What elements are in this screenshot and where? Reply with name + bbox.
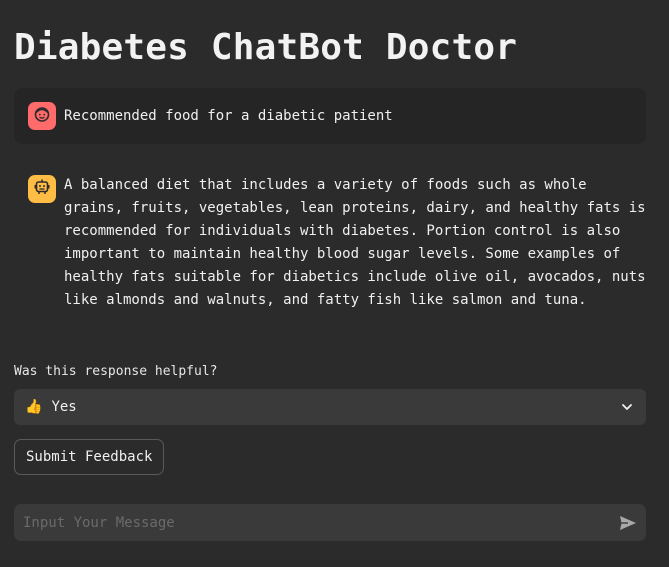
user-face-icon — [33, 105, 51, 127]
page-title: Diabetes ChatBot Doctor — [14, 27, 518, 68]
feedback-selected-value: Yes — [51, 399, 77, 415]
user-message: Recommended food for a diabetic patient — [14, 88, 646, 144]
bot-icon — [33, 178, 51, 200]
feedback-label: Was this response helpful? — [14, 364, 218, 379]
chevron-down-icon[interactable] — [620, 400, 634, 418]
send-icon[interactable] — [618, 513, 638, 533]
thumbs-up-icon: 👍 — [25, 399, 43, 415]
assistant-message-text: A balanced diet that includes a variety … — [64, 177, 646, 308]
user-avatar — [28, 102, 56, 130]
app-page: Diabetes ChatBot Doctor Recommended food… — [0, 0, 669, 567]
user-message-text: Recommended food for a diabetic patient — [64, 108, 393, 124]
assistant-message: A balanced diet that includes a variety … — [14, 164, 646, 340]
assistant-avatar — [28, 175, 56, 203]
chat-input-container — [14, 504, 646, 541]
submit-feedback-button[interactable]: Submit Feedback — [14, 439, 165, 475]
chat-input[interactable] — [14, 504, 604, 541]
feedback-select[interactable]: 👍 Yes — [14, 389, 646, 425]
